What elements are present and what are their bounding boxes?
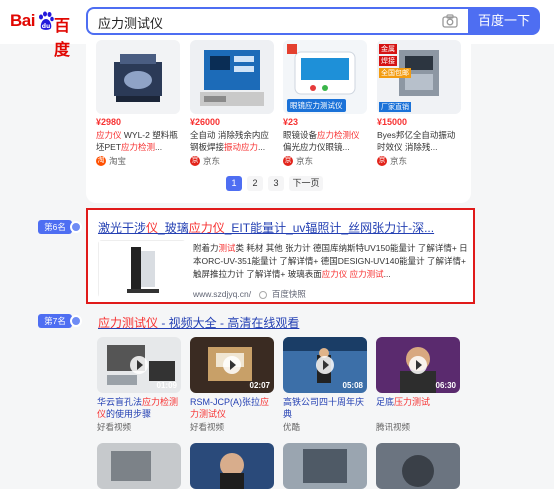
video-duration: 01:09	[156, 381, 177, 390]
video-thumbnail[interactable]	[97, 443, 181, 489]
shop-name: 京京东	[377, 156, 408, 166]
play-icon	[223, 356, 241, 374]
product-image: 眼镜应力测试仪	[283, 40, 367, 114]
rank-dot-icon	[70, 221, 82, 233]
result-title-link[interactable]: 激光干涉仪_玻璃应力仪_EIT能量计_uv辐照计_丝网张力计-深...	[98, 219, 434, 236]
product-card[interactable]: ¥2980 应力仪 WYL-2 塑料瓶坯PET应力检测... 淘淘宝	[96, 40, 180, 167]
product-tag: 焊接	[379, 56, 397, 66]
video-card[interactable]: 06:30 足底压力测试 腾讯视频	[376, 337, 460, 433]
video-source: 好看视频	[97, 422, 132, 432]
result-description: 附着力测试类 耗材 其他 张力计 德国库纳斯特UV150能量计 了解详情+ 日本…	[193, 242, 473, 281]
product-price: ¥2980	[96, 117, 122, 127]
next-page-button[interactable]: 下一页	[289, 176, 323, 191]
play-icon	[409, 356, 427, 374]
video-title[interactable]: RSM-JCP(A)张拉应力测试仪	[190, 396, 274, 420]
snapshot-icon	[259, 290, 268, 299]
product-price: ¥26000	[190, 117, 221, 127]
page-3[interactable]: 3	[268, 176, 284, 191]
play-icon	[130, 356, 148, 374]
video-card[interactable]: 02:07 RSM-JCP(A)张拉应力测试仪 好看视频	[190, 337, 274, 433]
video-title[interactable]: 华云盲孔法应力检测仪的使用步骤	[97, 396, 181, 420]
product-price: ¥23	[283, 117, 299, 127]
product-title[interactable]: Byes邦亿全自动振动时效仪 消除残...	[377, 129, 461, 153]
search-button[interactable]: 百度一下	[468, 7, 540, 35]
description-segment: 附着力	[193, 243, 219, 253]
video-thumbnail: 06:30	[376, 337, 460, 393]
header: Bai du 百度 应力测试仪 百度一下	[0, 0, 554, 59]
video-title[interactable]: 高铁公司四十周年庆典	[283, 396, 367, 420]
search-result: 激光干涉仪_玻璃应力仪_EIT能量计_uv辐照计_丝网张力计-深... 附着力测…	[86, 208, 475, 304]
svg-text:du: du	[42, 23, 51, 30]
title-segment: _玻璃	[158, 221, 189, 235]
video-thumbnail[interactable]	[283, 443, 367, 489]
product-price: ¥15000	[377, 117, 408, 127]
rank-dot-icon	[70, 315, 82, 327]
product-image: 金属 焊接 全国包邮 厂家直销	[377, 40, 461, 114]
result-title-link[interactable]: 应力测试仪 - 视频大全 - 高清在线观看	[98, 314, 299, 331]
camera-icon[interactable]	[442, 14, 458, 28]
rank-badge: 第7名	[38, 314, 72, 328]
product-title[interactable]: 全自动 消除残余内应钢板焊接振动应力...	[190, 129, 274, 153]
title-segment: _EIT能量计_uv辐照计_丝网张力计-深...	[224, 221, 435, 235]
video-source: 好看视频	[190, 422, 225, 432]
video-thumbnail: 05:08	[283, 337, 367, 393]
description-segment: 应力仪	[321, 269, 348, 279]
logo-text-bai: Bai	[10, 11, 35, 30]
product-badge: 眼镜应力测试仪	[287, 99, 346, 112]
product-card[interactable]: 金属 焊接 全国包邮 厂家直销 ¥15000 Byes邦亿全自动振动时效仪 消除…	[377, 40, 461, 167]
logo-text-du: 百度	[54, 16, 71, 59]
video-card[interactable]: 01:09 华云盲孔法应力检测仪的使用步骤 好看视频	[97, 337, 181, 433]
title-segment: 应力仪	[188, 221, 225, 235]
video-thumbnail[interactable]	[376, 443, 460, 489]
title-segment: 激光干涉	[98, 221, 147, 235]
search-input[interactable]: 应力测试仪	[86, 7, 468, 35]
page-1[interactable]: 1	[226, 176, 242, 191]
snapshot-link[interactable]: 百度快照	[272, 289, 306, 299]
taobao-icon: 淘	[96, 156, 106, 166]
shop-name: 京京东	[283, 156, 314, 166]
product-tag: 金属	[379, 44, 397, 54]
paw-icon: du	[39, 11, 54, 30]
pagination: 1 2 3 下一页	[226, 176, 323, 191]
video-title[interactable]: 足底压力测试	[376, 396, 460, 420]
jd-icon: 京	[377, 156, 387, 166]
shopping-card: ¥2980 应力仪 WYL-2 塑料瓶坯PET应力检测... 淘淘宝 ¥2600…	[86, 40, 471, 203]
jd-icon: 京	[190, 156, 200, 166]
product-title[interactable]: 眼镜设备应力检测仪 偏光应力仪眼镜...	[283, 129, 367, 153]
product-card[interactable]: 眼镜应力测试仪 ¥23 眼镜设备应力检测仪 偏光应力仪眼镜... 京京东	[283, 40, 367, 167]
play-icon	[316, 356, 334, 374]
product-tag: 全国包邮	[379, 68, 411, 78]
description-segment: ...	[383, 269, 391, 279]
baidu-logo[interactable]: Bai du 百度	[10, 11, 78, 59]
video-duration: 06:30	[435, 381, 456, 390]
video-source: 优酷	[283, 422, 301, 432]
title-segment: 仪	[146, 221, 159, 235]
shop-name: 淘淘宝	[96, 156, 127, 166]
video-duration: 02:07	[249, 381, 270, 390]
video-duration: 05:08	[342, 381, 363, 390]
product-card[interactable]: ¥26000 全自动 消除残余内应钢板焊接振动应力... 京京东	[190, 40, 274, 167]
product-image	[96, 40, 180, 114]
product-image	[190, 40, 274, 114]
page-2[interactable]: 2	[247, 176, 263, 191]
product-tag: 厂家直销	[379, 102, 411, 112]
rank-badge: 第6名	[38, 220, 72, 234]
product-title[interactable]: 应力仪 WYL-2 塑料瓶坯PET应力检测...	[96, 129, 180, 153]
description-segment: 应力测试	[349, 269, 384, 279]
video-thumbnail[interactable]	[190, 443, 274, 489]
result-url[interactable]: www.szdjyq.cn/ 百度快照	[193, 288, 306, 300]
jd-icon: 京	[283, 156, 293, 166]
result-thumbnail[interactable]	[98, 240, 187, 299]
shop-name: 京京东	[190, 156, 221, 166]
video-source: 腾讯视频	[376, 422, 411, 432]
video-thumbnail: 01:09	[97, 337, 181, 393]
video-card[interactable]: 05:08 高铁公司四十周年庆典 优酷	[283, 337, 367, 433]
video-thumbnail: 02:07	[190, 337, 274, 393]
search-query: 应力测试仪	[98, 16, 164, 31]
description-segment: 测试	[218, 243, 236, 253]
